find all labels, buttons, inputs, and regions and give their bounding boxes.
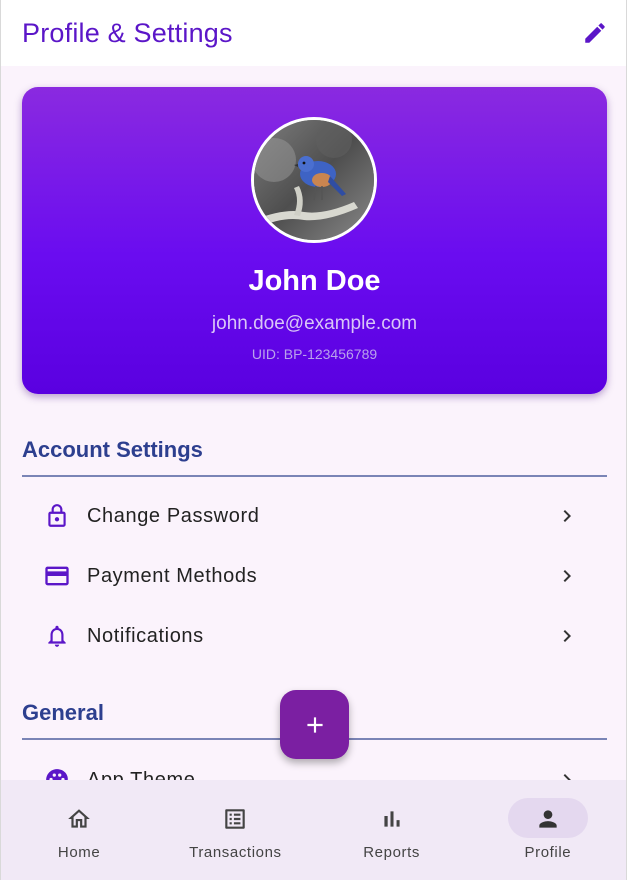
settings-item-label: Notifications bbox=[87, 624, 204, 647]
settings-item-label: Change Password bbox=[87, 504, 260, 527]
nav-item-profile[interactable]: Profile bbox=[470, 780, 626, 880]
profile-name: John Doe bbox=[248, 265, 381, 297]
bluebird-photo bbox=[254, 120, 374, 240]
app-bar: Profile & Settings bbox=[1, 0, 626, 66]
nav-item-reports[interactable]: Reports bbox=[314, 780, 470, 880]
bottom-navigation: Home Transactions Reports Profile bbox=[1, 780, 626, 880]
nav-label: Home bbox=[57, 844, 101, 861]
settings-item-change-password[interactable]: Change Password bbox=[22, 486, 607, 546]
list-icon bbox=[222, 806, 248, 832]
settings-item-label: Payment Methods bbox=[87, 564, 258, 587]
nav-label: Profile bbox=[524, 844, 572, 861]
person-icon bbox=[535, 806, 561, 832]
lock-icon bbox=[42, 503, 72, 529]
profile-settings-screen: Profile & Settings John Doe john.doe@exa… bbox=[0, 0, 627, 880]
avatar[interactable] bbox=[251, 117, 377, 243]
settings-item-payment-methods[interactable]: Payment Methods bbox=[22, 546, 607, 606]
plus-icon bbox=[306, 716, 323, 733]
nav-item-home[interactable]: Home bbox=[1, 780, 157, 880]
credit-card-icon bbox=[42, 562, 72, 590]
section-title-general: General bbox=[22, 700, 104, 725]
section-divider bbox=[22, 475, 607, 477]
bell-icon bbox=[42, 623, 72, 649]
profile-card: John Doe john.doe@example.com UID: BP-12… bbox=[22, 87, 607, 394]
section-title-account-settings: Account Settings bbox=[22, 437, 203, 462]
nav-label: Reports bbox=[363, 844, 420, 861]
home-icon bbox=[66, 806, 92, 832]
edit-pencil-icon bbox=[585, 23, 605, 43]
nav-label: Transactions bbox=[189, 844, 282, 861]
chevron-right-icon bbox=[555, 624, 579, 648]
profile-email: john.doe@example.com bbox=[211, 313, 418, 334]
profile-uid: UID: BP-123456789 bbox=[251, 346, 378, 362]
page-title: Profile & Settings bbox=[22, 17, 233, 48]
nav-item-transactions[interactable]: Transactions bbox=[157, 780, 313, 880]
edit-profile-button[interactable] bbox=[578, 16, 612, 50]
add-button[interactable] bbox=[280, 690, 349, 759]
chevron-right-icon bbox=[555, 564, 579, 588]
settings-item-notifications[interactable]: Notifications bbox=[22, 606, 607, 666]
bar-chart-icon bbox=[379, 806, 405, 832]
chevron-right-icon bbox=[555, 504, 579, 528]
